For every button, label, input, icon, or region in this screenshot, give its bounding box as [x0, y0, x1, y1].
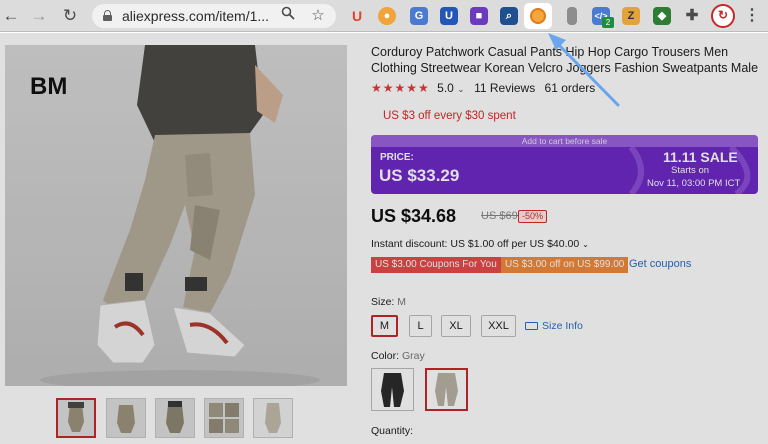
rating-value: 5.0: [437, 81, 454, 95]
sale-start-date: Nov 11, 03:00 PM ICT: [647, 178, 741, 189]
size-selected-value: M: [397, 296, 407, 308]
color-label: Color:: [371, 350, 400, 362]
current-price: US $34.68: [371, 206, 457, 226]
ruler-icon: [525, 322, 538, 330]
get-coupons-link[interactable]: Get coupons: [629, 258, 691, 270]
profile-avatar-icon[interactable]: ↻: [711, 4, 735, 28]
color-swatch-black[interactable]: [371, 368, 414, 411]
thumbnail-3[interactable]: [155, 398, 195, 438]
extension-magnet-icon[interactable]: U: [348, 7, 366, 25]
back-icon[interactable]: ←: [0, 5, 22, 27]
extension-honey-icon: [530, 8, 546, 24]
store-promo[interactable]: US $3 off every $30 spent: [383, 110, 516, 122]
color-selected-value: Gray: [401, 350, 425, 362]
size-option-l[interactable]: L: [409, 315, 432, 337]
color-swatch-gray[interactable]: [425, 368, 468, 411]
product-title: Corduroy Patchwork Casual Pants Hip Hop …: [371, 45, 759, 75]
extension-tube-icon[interactable]: [567, 7, 577, 25]
url-text: aliexpress.com/item/1...: [122, 8, 270, 24]
sale-banner-top-text: Add to cart before sale: [371, 135, 758, 147]
size-option-m[interactable]: M: [371, 315, 398, 337]
zoom-icon[interactable]: [278, 6, 298, 26]
coupon-tag-select[interactable]: US $3.00 off on US $99.00: [501, 257, 629, 273]
size-option-xxl[interactable]: XXL: [481, 315, 516, 337]
rating-stars-icon: ★★★★★: [371, 81, 430, 95]
extension-box-icon[interactable]: ■: [470, 7, 488, 25]
thumbnail-5[interactable]: [253, 398, 293, 438]
rating-row: ★★★★★ 5.0 ⌄ 11 Reviews 61 orders: [371, 81, 595, 95]
instant-discount-text: Instant discount: US $1.00 off per US $4…: [371, 238, 580, 250]
browser-menu-icon[interactable]: ⋮: [744, 5, 760, 27]
bookmark-star-icon[interactable]: ☆: [308, 6, 328, 26]
instant-discount-chevron-icon[interactable]: ⌄: [582, 240, 589, 249]
extension-translate-icon[interactable]: G: [410, 7, 428, 25]
extension-badge: 2: [602, 17, 614, 28]
product-page: BM Corduroy Patchwork Casual Pants Hip H…: [0, 33, 768, 444]
instant-discount[interactable]: Instant discount: US $1.00 off per US $4…: [371, 238, 589, 250]
color-label-row: Color: Gray: [371, 350, 425, 362]
reviews-link[interactable]: 11 Reviews: [474, 81, 535, 95]
thumbnail-1[interactable]: [56, 398, 96, 438]
orders-count: 61 orders: [544, 81, 596, 95]
discount-badge: -50%: [518, 210, 548, 223]
sale-price: US $33.29: [379, 166, 460, 185]
product-main-image[interactable]: BM: [5, 45, 347, 386]
browser-toolbar: ← → ↻ aliexpress.com/item/1... ☆ U ● G U…: [0, 0, 768, 32]
rating-chevron-icon[interactable]: ⌄: [457, 84, 465, 94]
sale-banner: Add to cart before sale PRICE: US $33.29…: [371, 135, 758, 194]
extensions-puzzle-icon[interactable]: ✚: [683, 7, 701, 25]
extension-active-highlight[interactable]: [524, 3, 552, 29]
reload-icon[interactable]: ↻: [59, 5, 81, 27]
quantity-label: Quantity:: [371, 425, 414, 437]
extension-shield-icon[interactable]: ◆: [653, 7, 671, 25]
extension-reddit-icon[interactable]: ●: [378, 7, 396, 25]
extension-zz-icon[interactable]: Z: [622, 7, 640, 25]
size-label: Size:: [371, 296, 395, 308]
thumbnail-4[interactable]: [204, 398, 244, 438]
size-info-label: Size Info: [542, 320, 583, 332]
size-option-xl[interactable]: XL: [441, 315, 471, 337]
thumbnail-2[interactable]: [106, 398, 146, 438]
sale-starts-label: Starts on: [671, 165, 710, 176]
sale-event-title: 11.11 SALE: [663, 149, 738, 165]
sale-price-label: PRICE:: [380, 152, 414, 163]
size-label-row: Size: M: [371, 296, 406, 308]
address-bar[interactable]: aliexpress.com/item/1... ☆: [92, 4, 336, 28]
coupon-tag-store[interactable]: US $3.00 Coupons For You: [371, 257, 501, 273]
size-info-link[interactable]: Size Info: [525, 320, 583, 332]
lock-icon: [103, 10, 112, 21]
forward-icon[interactable]: →: [28, 5, 50, 27]
extension-bitwarden-icon[interactable]: U: [440, 7, 458, 25]
image-watermark-label: BM: [30, 73, 68, 100]
extension-search-icon[interactable]: ⌕: [500, 7, 518, 25]
